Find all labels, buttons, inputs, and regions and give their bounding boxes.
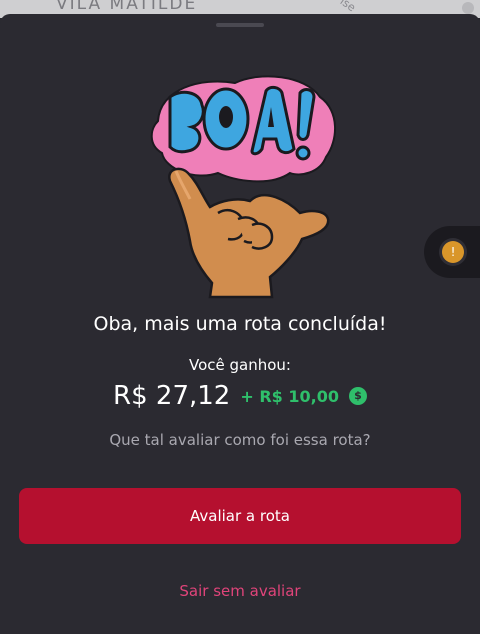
map-secondary-label: ise <box>337 0 358 15</box>
drag-handle[interactable] <box>216 23 264 27</box>
earned-amount: R$ 27,12 <box>113 381 231 411</box>
map-marker <box>462 2 474 14</box>
coin-icon: ! <box>442 241 464 263</box>
dollar-coin-icon: $ <box>348 387 367 405</box>
rate-route-button[interactable]: Avaliar a rota <box>19 488 461 544</box>
shaka-hand-icon <box>150 75 337 299</box>
bonus-amount: + R$ 10,00 <box>240 386 339 406</box>
rating-prompt: Que tal avaliar como foi essa rota? <box>109 431 371 449</box>
side-widget[interactable]: ! <box>424 226 480 278</box>
map-street-label: VILA MATILDE <box>56 0 198 14</box>
earned-label: Você ganhou: <box>189 356 291 374</box>
page-title: Oba, mais uma rota concluída! <box>93 313 387 335</box>
skip-rating-link[interactable]: Sair sem avaliar <box>0 582 480 600</box>
earnings-row: R$ 27,12 + R$ 10,00 $ <box>0 381 480 411</box>
